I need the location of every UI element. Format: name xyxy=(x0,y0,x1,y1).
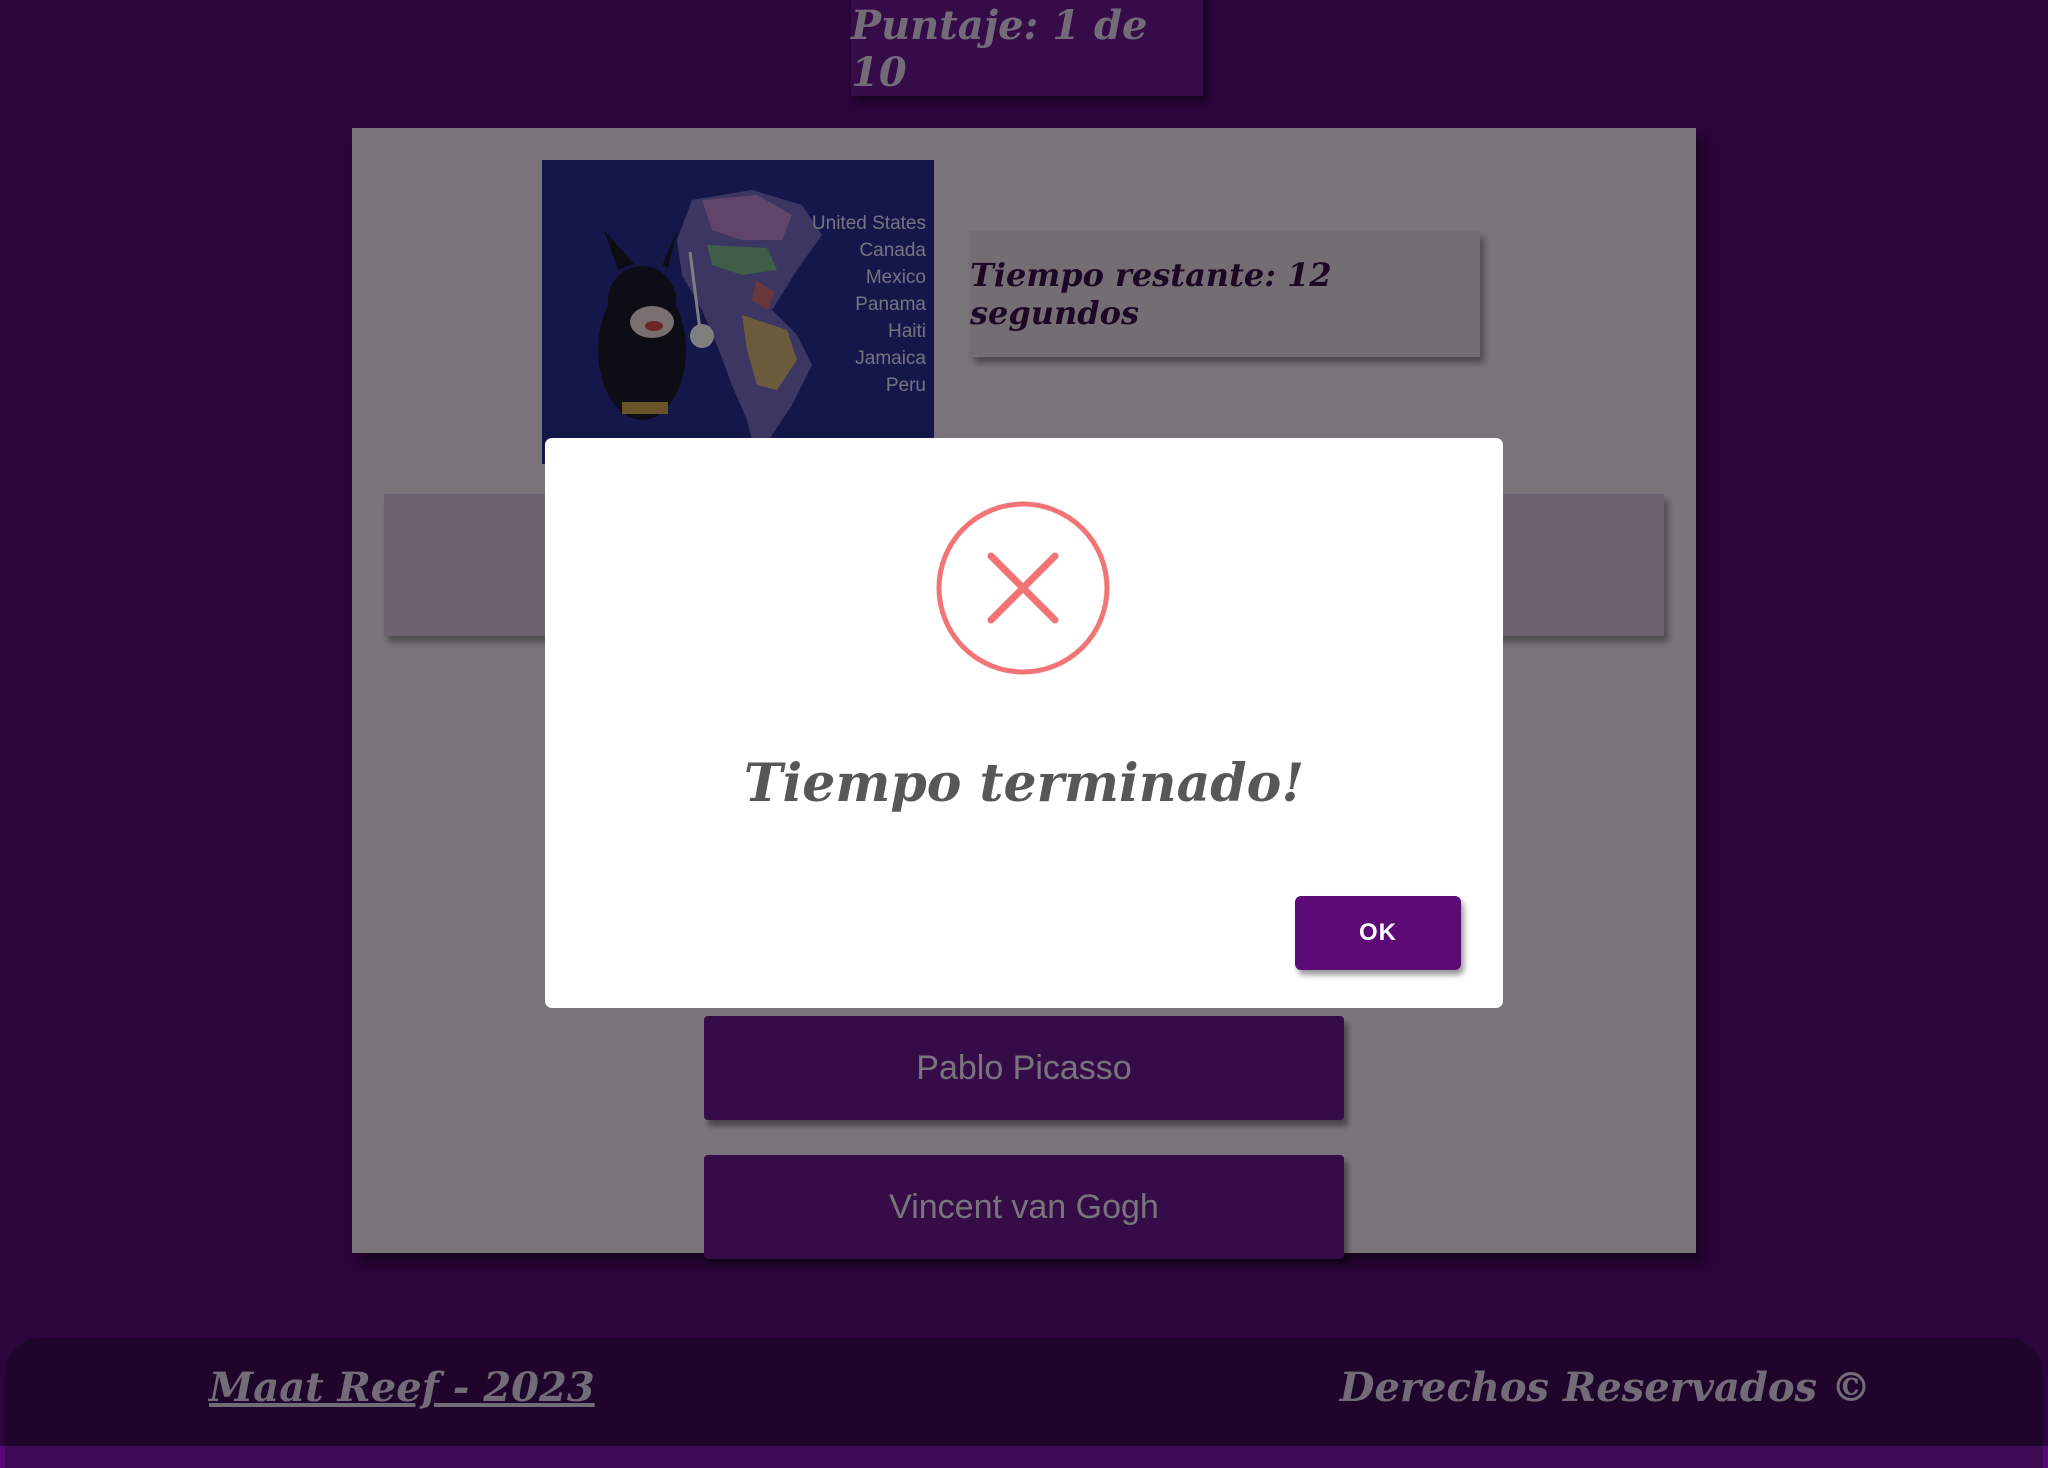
ok-button[interactable]: OK xyxy=(1295,896,1461,970)
dialog-title: Tiempo terminado! xyxy=(743,753,1305,814)
error-x-icon xyxy=(935,500,1111,676)
alert-dialog: Tiempo terminado! OK xyxy=(545,438,1503,1008)
